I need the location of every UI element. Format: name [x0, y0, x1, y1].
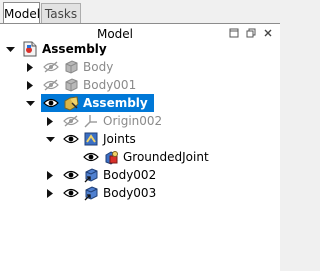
collapse-arrow-icon[interactable]: [44, 112, 56, 130]
collapse-arrow-icon[interactable]: [24, 76, 36, 94]
expand-arrow-icon[interactable]: [4, 40, 16, 58]
tree-row-body002[interactable]: Body002: [0, 166, 280, 184]
expand-arrow-icon[interactable]: [44, 130, 56, 148]
origin-icon: [83, 112, 99, 130]
body-link-icon: [83, 166, 99, 184]
eye-icon[interactable]: [61, 166, 81, 184]
tree-item-label: Origin002: [103, 114, 163, 128]
tree-row-root-assembly[interactable]: Assembly: [0, 40, 280, 58]
tree-item-label: Body: [83, 60, 114, 74]
body-link-icon: [83, 184, 99, 202]
panel-title: Model: [96, 27, 134, 41]
tab-model[interactable]: Model: [3, 2, 40, 24]
tree-row-body[interactable]: Body: [0, 58, 280, 76]
eye-hidden-icon[interactable]: [41, 76, 61, 94]
eye-icon[interactable]: [41, 94, 61, 112]
selection-highlight: Assembly: [41, 94, 154, 112]
tab-bar: Model Tasks: [0, 0, 280, 24]
model-panel: Model Assembly Body Body001 Assembly Ori…: [0, 23, 280, 271]
joints-group-icon: [83, 130, 99, 148]
collapse-arrow-icon[interactable]: [44, 184, 56, 202]
eye-icon[interactable]: [61, 130, 81, 148]
float-icon[interactable]: [227, 26, 241, 40]
tree-row-joints[interactable]: Joints: [0, 130, 280, 148]
collapse-arrow-icon[interactable]: [24, 58, 36, 76]
body-icon: [63, 76, 79, 94]
tree-item-label: Assembly: [83, 96, 148, 110]
tree-row-assembly-selected[interactable]: Assembly: [0, 94, 280, 112]
eye-icon[interactable]: [61, 184, 81, 202]
tree-item-label: Body001: [83, 78, 137, 92]
tree-row-origin002[interactable]: Origin002: [0, 112, 280, 130]
expand-arrow-icon[interactable]: [24, 94, 36, 112]
tree-item-label: Body003: [103, 186, 157, 200]
eye-icon[interactable]: [81, 148, 101, 166]
tree-item-label: Joints: [103, 132, 136, 146]
grounded-joint-icon: [103, 148, 119, 166]
assembly-icon: [63, 94, 79, 112]
eye-hidden-icon[interactable]: [61, 112, 81, 130]
collapse-arrow-icon[interactable]: [44, 166, 56, 184]
body-icon: [63, 58, 79, 76]
document-icon: [22, 40, 38, 58]
close-icon[interactable]: [261, 26, 275, 40]
eye-hidden-icon[interactable]: [41, 58, 61, 76]
tree-row-body003[interactable]: Body003: [0, 184, 280, 202]
tab-tasks[interactable]: Tasks: [41, 3, 81, 23]
tree-item-label: Body002: [103, 168, 157, 182]
tree-item-label: GroundedJoint: [123, 150, 209, 164]
restore-icon[interactable]: [244, 26, 258, 40]
tree-item-label: Assembly: [42, 42, 107, 56]
tree-row-body001[interactable]: Body001: [0, 76, 280, 94]
tree-row-groundedjoint[interactable]: GroundedJoint: [0, 148, 280, 166]
